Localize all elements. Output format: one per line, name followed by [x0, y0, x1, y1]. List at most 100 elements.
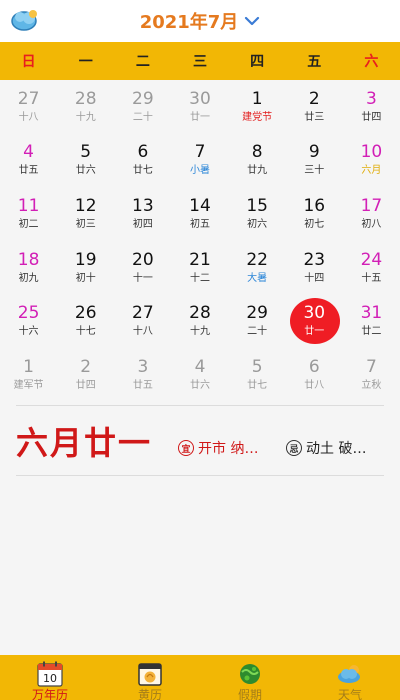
day-cell[interactable]: 5 廿七 [229, 348, 286, 402]
day-cell[interactable]: 19 初十 [57, 241, 114, 295]
tab-almanac[interactable]: 黄历 [100, 655, 200, 700]
day-cell[interactable]: 2 廿三 [286, 80, 343, 134]
day-cell[interactable]: 29 二十 [114, 80, 171, 134]
day-cell[interactable]: 8 廿九 [229, 134, 286, 188]
inauspicious-activities[interactable]: 忌 动土 破… [286, 438, 366, 458]
day-number: 27 [17, 88, 40, 109]
day-cell[interactable]: 18 初九 [0, 241, 57, 295]
day-cell[interactable]: 16 初七 [286, 187, 343, 241]
day-cell[interactable]: 2 廿四 [57, 348, 114, 402]
weekday-label: 三 [192, 54, 207, 70]
lunar-date: 十八 [132, 326, 153, 338]
lunar-date: 二十 [247, 326, 268, 338]
day-number: 3 [366, 88, 377, 109]
day-cell[interactable]: 15 初六 [229, 187, 286, 241]
calendar-grid: 27 十八 28 十九 29 二十 30 廿一 1 建党节 2 廿三 3 廿四 4 廿五 5 廿六 6 廿七 7 小暑 8 廿… [0, 80, 400, 402]
lunar-date: 十五 [361, 272, 382, 284]
tab-weather[interactable]: 天气 [300, 655, 400, 700]
lunar-date: 初十 [75, 272, 96, 284]
day-cell[interactable]: 22 大暑 [229, 241, 286, 295]
lunar-date: 廿七 [247, 379, 268, 391]
day-cell[interactable]: 27 十八 [0, 80, 57, 134]
day-cell[interactable]: 3 廿四 [343, 80, 400, 134]
day-cell[interactable]: 24 十五 [343, 241, 400, 295]
day-cell[interactable]: 7 立秋 [343, 348, 400, 402]
day-cell[interactable]: 14 初五 [171, 187, 228, 241]
day-number: 10 [360, 142, 383, 163]
lunar-date: 廿一 [304, 326, 325, 338]
day-cell[interactable]: 1 建党节 [229, 80, 286, 134]
weekday-label: 一 [78, 54, 93, 70]
lunar-date: 廿六 [189, 379, 210, 391]
day-cell[interactable]: 29 二十 [229, 294, 286, 348]
calendar-10-icon: 10 [37, 661, 63, 687]
day-number: 23 [303, 249, 326, 270]
day-cell[interactable]: 13 初四 [114, 187, 171, 241]
day-number: 22 [246, 249, 268, 270]
day-cell[interactable]: 6 廿八 [286, 348, 343, 402]
day-cell[interactable]: 9 三十 [286, 134, 343, 188]
lunar-date: 廿八 [304, 379, 325, 391]
day-cell[interactable]: 1 建军节 [0, 348, 57, 402]
day-cell[interactable]: 23 十四 [286, 241, 343, 295]
day-cell[interactable]: 31 廿二 [343, 294, 400, 348]
day-number: 8 [251, 142, 263, 163]
lunar-date: 大暑 [247, 272, 268, 284]
lunar-date: 初五 [189, 218, 210, 230]
weekday-label: 四 [250, 54, 265, 70]
lunar-date: 初九 [18, 272, 39, 284]
day-cell[interactable]: 28 十九 [57, 80, 114, 134]
day-cell[interactable]: 10 六月 [343, 134, 400, 188]
day-cell[interactable]: 30 廿一 [171, 80, 228, 134]
day-cell[interactable]: 7 小暑 [171, 134, 228, 188]
day-cell[interactable]: 6 廿七 [114, 134, 171, 188]
day-number: 1 [23, 356, 34, 377]
lunar-date: 十六 [18, 326, 39, 338]
day-cell[interactable]: 3 廿五 [114, 348, 171, 402]
day-number: 5 [251, 356, 263, 377]
day-number: 4 [194, 356, 206, 377]
day-cell[interactable]: 21 十二 [171, 241, 228, 295]
lunar-date: 廿二 [361, 326, 382, 338]
lunar-date: 三十 [304, 165, 325, 177]
lunar-date: 廿六 [75, 165, 96, 177]
day-number: 28 [74, 88, 97, 109]
day-cell[interactable]: 28 十九 [171, 294, 228, 348]
tab-label: 假期 [237, 688, 262, 700]
day-number: 21 [189, 249, 211, 270]
tab-label: 万年历 [31, 688, 68, 700]
lunar-date: 建党节 [242, 111, 273, 123]
day-number: 2 [80, 356, 92, 377]
weekday-label: 日 [21, 54, 36, 70]
day-cell[interactable]: 26 十七 [57, 294, 114, 348]
day-number: 3 [137, 356, 149, 377]
day-number: 17 [360, 195, 383, 216]
day-cell[interactable]: 25 十六 [0, 294, 57, 348]
auspicious-activities[interactable]: 宜 开市 纳… [178, 438, 258, 458]
tab-calendar[interactable]: 10 万年历 [0, 655, 100, 700]
month-selector[interactable]: 2021年7月 [0, 0, 400, 42]
lunar-date: 廿四 [75, 379, 96, 391]
day-number: 16 [303, 195, 326, 216]
weather-cloud-icon[interactable] [10, 6, 40, 34]
lunar-date: 初八 [361, 218, 382, 230]
day-cell[interactable]: 4 廿五 [0, 134, 57, 188]
tab-holiday[interactable]: 假期 [200, 655, 300, 700]
day-cell[interactable]: 17 初八 [343, 187, 400, 241]
day-cell[interactable]: 5 廿六 [57, 134, 114, 188]
lunar-date: 十七 [75, 326, 96, 338]
day-number: 12 [74, 195, 97, 216]
day-number: 4 [23, 142, 34, 163]
day-number: 26 [74, 303, 97, 324]
day-cell[interactable]: 27 十八 [114, 294, 171, 348]
day-number: 24 [360, 249, 383, 270]
day-cell-selected[interactable]: 30 廿一 [286, 294, 343, 348]
day-cell[interactable]: 20 十一 [114, 241, 171, 295]
lunar-date: 十九 [75, 111, 96, 123]
lunar-date: 十四 [304, 272, 325, 284]
day-cell[interactable]: 4 廿六 [171, 348, 228, 402]
day-cell[interactable]: 11 初二 [0, 187, 57, 241]
day-cell[interactable]: 12 初三 [57, 187, 114, 241]
day-number: 25 [17, 303, 40, 324]
weekday-label: 二 [135, 54, 150, 70]
